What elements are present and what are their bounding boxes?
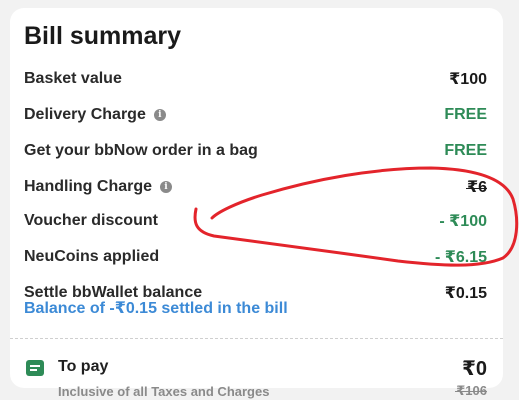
to-pay-subtext: Inclusive of all Taxes and Charges bbox=[58, 384, 270, 399]
to-pay-label: To pay bbox=[58, 358, 109, 375]
bill-summary-card: Bill summary Basket value ₹100 Delivery … bbox=[10, 8, 503, 399]
to-pay-amount: ₹0 bbox=[461, 358, 487, 380]
basket-value-row: Basket value ₹100 bbox=[24, 64, 487, 94]
handling-charge-label-wrap: Handling Charge i bbox=[24, 178, 173, 196]
neucoins-label: NeuCoins applied bbox=[24, 248, 160, 265]
voucher-discount-row: Voucher discount - ₹100 bbox=[24, 206, 487, 236]
to-pay-original-amount: ₹106 bbox=[455, 383, 487, 398]
info-icon[interactable]: i bbox=[153, 109, 166, 121]
basket-value-amount: ₹100 bbox=[449, 71, 487, 88]
wallet-amount: ₹0.15 bbox=[444, 285, 487, 302]
delivery-charge-label: Delivery Charge bbox=[24, 106, 146, 123]
bill-summary-title: Bill summary bbox=[24, 22, 182, 50]
handling-charge-label: Handling Charge bbox=[24, 178, 153, 195]
info-icon[interactable]: i bbox=[160, 181, 173, 193]
neucoins-row: NeuCoins applied - ₹6.15 bbox=[24, 242, 487, 272]
receipt-icon bbox=[26, 360, 44, 376]
neucoins-amount: - ₹6.15 bbox=[434, 249, 487, 266]
delivery-charge-label-wrap: Delivery Charge i bbox=[24, 106, 166, 124]
wallet-settled-note: Balance of -₹0.15 settled in the bill bbox=[24, 300, 288, 317]
divider bbox=[10, 338, 503, 339]
bag-charge-label: Get your bbNow order in a bag bbox=[24, 142, 258, 159]
handling-charge-row: Handling Charge i ₹6 bbox=[24, 172, 488, 202]
handling-charge-amount: ₹6 bbox=[465, 179, 488, 196]
bag-charge-row: Get your bbNow order in a bag FREE bbox=[24, 136, 487, 166]
bag-charge-amount: FREE bbox=[444, 142, 487, 159]
basket-value-label: Basket value bbox=[24, 70, 122, 87]
voucher-discount-amount: - ₹100 bbox=[439, 213, 487, 230]
delivery-charge-row: Delivery Charge i FREE bbox=[24, 100, 487, 130]
delivery-charge-amount: FREE bbox=[444, 106, 487, 123]
voucher-discount-label: Voucher discount bbox=[24, 212, 158, 229]
